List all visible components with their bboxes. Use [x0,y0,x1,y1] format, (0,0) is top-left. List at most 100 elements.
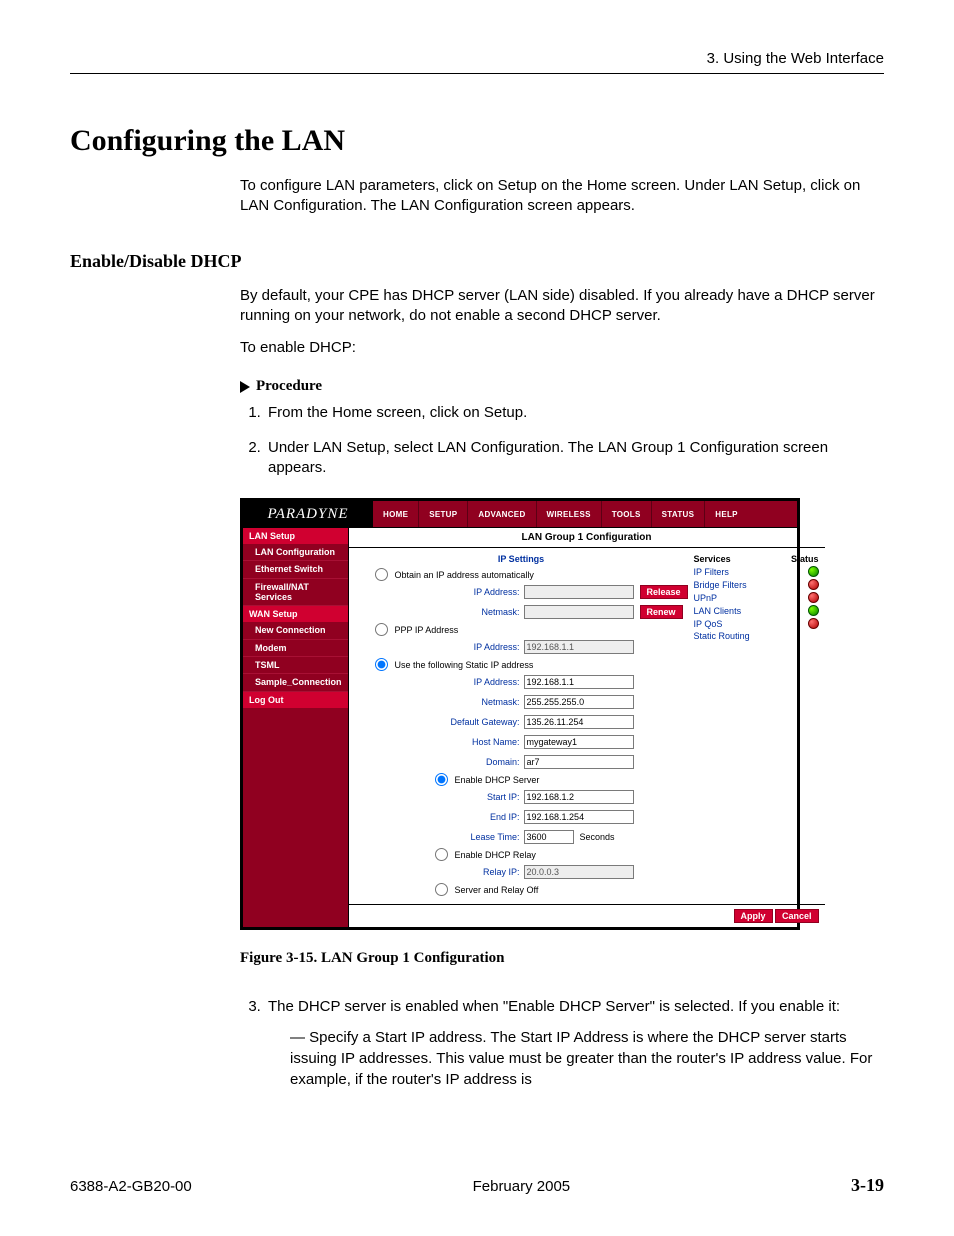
sidebar-item-firewall[interactable]: Firewall/NAT Services [243,579,348,607]
apply-button[interactable]: Apply [734,909,773,923]
label-netmask: Netmask: [355,607,524,617]
service-name-lanclients: LAN Clients [694,606,742,616]
tab-advanced[interactable]: ADVANCED [468,501,536,527]
tab-wireless[interactable]: WIRELESS [537,501,602,527]
radio-static[interactable]: Use the following Static IP address [375,658,688,671]
input-netmask2[interactable] [524,695,634,709]
ip-settings-form: IP Settings Obtain an IP address automat… [355,554,688,898]
tab-setup[interactable]: SETUP [419,501,468,527]
radio-obtain-auto[interactable]: Obtain an IP address automatically [375,568,688,581]
sidebar-item-newconn[interactable]: New Connection [243,622,348,639]
radio-static-label: Use the following Static IP address [395,660,534,670]
label-default-gateway: Default Gateway: [355,717,524,727]
sidebar-item-lanconfig[interactable]: LAN Configuration [243,544,348,561]
page-title: Configuring the LAN [70,124,884,158]
procedure-step-3-sublist: Specify a Start IP address. The Start IP… [290,1027,874,1090]
input-ip-ppp[interactable] [524,640,634,654]
service-name-bridgefilters: Bridge Filters [694,580,747,590]
status-dot-red-icon [808,579,819,590]
service-row-upnp[interactable]: UPnP [694,592,819,603]
procedure-step-3: The DHCP server is enabled when "Enable … [265,997,874,1090]
procedure-step-3a: Specify a Start IP address. The Start IP… [290,1027,874,1090]
lease-time-unit: Seconds [580,832,615,842]
screenshot-lan-config: PARADYNE HOME SETUP ADVANCED WIRELESS TO… [240,498,800,930]
radio-static-input[interactable] [375,658,388,671]
radio-obtain-auto-label: Obtain an IP address automatically [395,570,534,580]
page-header-section: 3. Using the Web Interface [70,50,884,67]
page-footer: 6388-A2-GB20-00 February 2005 3-19 [70,1175,884,1196]
radio-dhcp-server[interactable]: Enable DHCP Server [435,773,688,786]
radio-dhcp-off-label: Server and Relay Off [455,885,539,895]
screenshot-tabs: HOME SETUP ADVANCED WIRELESS TOOLS STATU… [373,501,797,527]
service-row-bridgefilters[interactable]: Bridge Filters [694,579,819,590]
radio-dhcp-relay-label: Enable DHCP Relay [455,850,536,860]
radio-obtain-auto-input[interactable] [375,568,388,581]
input-relay-ip[interactable] [524,865,634,879]
service-row-lanclients[interactable]: LAN Clients [694,605,819,616]
status-dot-red-icon [808,618,819,629]
screenshot-bottom-bar: Apply Cancel [349,904,825,927]
label-domain: Domain: [355,757,524,767]
procedure-step-2: Under LAN Setup, select LAN Configuratio… [265,438,874,479]
sidebar-item-tsml[interactable]: TSML [243,657,348,674]
service-name-ipqos: IP QoS [694,619,723,629]
radio-ppp[interactable]: PPP IP Address [375,623,688,636]
service-row-ipfilters[interactable]: IP Filters [694,566,819,577]
screenshot-navbar: PARADYNE HOME SETUP ADVANCED WIRELESS TO… [243,501,797,528]
radio-dhcp-relay-input[interactable] [435,848,448,861]
label-netmask2: Netmask: [355,697,524,707]
figure-caption: Figure 3-15. LAN Group 1 Configuration [240,950,884,967]
tab-tools[interactable]: TOOLS [602,501,652,527]
cancel-button[interactable]: Cancel [775,909,819,923]
procedure-list-continued: The DHCP server is enabled when "Enable … [265,997,874,1090]
radio-dhcp-off[interactable]: Server and Relay Off [435,883,688,896]
procedure-step-1: From the Home screen, click on Setup. [265,403,874,423]
input-end-ip[interactable] [524,810,634,824]
input-netmask-auto[interactable] [524,605,634,619]
service-row-ipqos[interactable]: IP QoS [694,618,819,629]
tab-home[interactable]: HOME [373,501,419,527]
label-hostname: Host Name: [355,737,524,747]
radio-dhcp-relay[interactable]: Enable DHCP Relay [435,848,688,861]
procedure-step-3-text: The DHCP server is enabled when "Enable … [268,998,840,1015]
radio-dhcp-off-input[interactable] [435,883,448,896]
label-ip-ppp: IP Address: [355,642,524,652]
sidebar-item-sample[interactable]: Sample_Connection [243,674,348,691]
service-row-staticrouting[interactable]: Static Routing [694,631,819,641]
radio-dhcp-server-label: Enable DHCP Server [455,775,540,785]
input-lease-time[interactable] [524,830,574,844]
sidebar-item-logout[interactable]: Log Out [243,692,348,708]
input-domain[interactable] [524,755,634,769]
input-start-ip[interactable] [524,790,634,804]
screenshot-main: LAN Group 1 Configuration IP Settings Ob… [349,528,825,927]
input-hostname[interactable] [524,735,634,749]
sidebar-group-lan: LAN Setup [243,528,348,544]
sidebar-group-wan: WAN Setup [243,606,348,622]
input-ipaddress-auto[interactable] [524,585,634,599]
status-dot-green-icon [808,605,819,616]
section-title-dhcp: Enable/Disable DHCP [70,251,884,272]
input-ip-static[interactable] [524,675,634,689]
input-default-gateway[interactable] [524,715,634,729]
label-relay-ip: Relay IP: [355,867,524,877]
sidebar-item-ethswitch[interactable]: Ethernet Switch [243,561,348,578]
dhcp-paragraph-1: By default, your CPE has DHCP server (LA… [240,286,884,327]
brand-logo: PARADYNE [243,501,373,527]
procedure-label: Procedure [256,378,322,395]
header-rule [70,73,884,74]
radio-dhcp-server-input[interactable] [435,773,448,786]
services-header-services: Services [694,554,731,564]
dhcp-paragraph-2: To enable DHCP: [240,338,884,358]
release-button[interactable]: Release [640,585,688,599]
main-title: LAN Group 1 Configuration [349,528,825,548]
screenshot-sidebar: LAN Setup LAN Configuration Ethernet Swi… [243,528,349,927]
procedure-list: From the Home screen, click on Setup. Un… [265,403,874,478]
sidebar-item-modem[interactable]: Modem [243,640,348,657]
tab-status[interactable]: STATUS [652,501,706,527]
footer-date: February 2005 [473,1178,571,1195]
radio-ppp-input[interactable] [375,623,388,636]
services-header-status: Status [791,554,819,564]
service-name-upnp: UPnP [694,593,718,603]
renew-button[interactable]: Renew [640,605,683,619]
tab-help[interactable]: HELP [705,501,797,527]
